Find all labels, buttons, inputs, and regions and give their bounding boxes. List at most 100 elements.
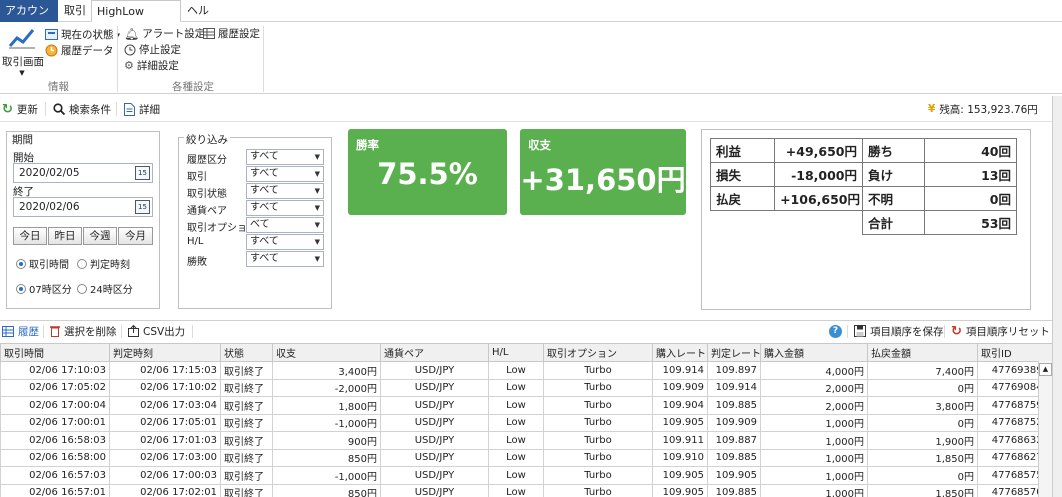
- trade-screen-button[interactable]: 取引画面 ▼: [2, 26, 44, 78]
- calendar-icon[interactable]: 15: [135, 200, 150, 214]
- column-header[interactable]: 購入金額: [760, 343, 868, 362]
- filter-select[interactable]: べて ▼: [246, 217, 324, 233]
- table-row[interactable]: 02/06 17:00:01 02/06 17:05:01 取引終了 -1,000円 U…: [0, 413, 1052, 432]
- column-header[interactable]: 取引オプション: [543, 343, 653, 362]
- radio-24-block[interactable]: 24時区分: [77, 281, 133, 296]
- group-info-label: 情報: [48, 81, 69, 93]
- table-cell: 取引終了: [220, 413, 273, 432]
- menu-bar: アカウント 取引 HighLow Markets ヘルプ: [0, 0, 1062, 40]
- table-cell: 2,000円: [760, 378, 868, 397]
- history-settings-button[interactable]: 履歴設定: [203, 26, 260, 41]
- csv-export-button[interactable]: CSV出力: [128, 321, 185, 341]
- table-cell: -1,000円: [272, 466, 381, 485]
- filter-select[interactable]: すべて ▼: [246, 251, 324, 267]
- delete-selected-button[interactable]: 選択を削除: [50, 321, 117, 341]
- filter-select[interactable]: すべて ▼: [246, 166, 324, 182]
- table-row[interactable]: 02/06 16:58:03 02/06 17:01:03 取引終了 900円 USD/…: [0, 431, 1052, 450]
- divider: [192, 325, 193, 338]
- calendar-icon[interactable]: 15: [135, 166, 150, 180]
- trade-screen-label: 取引画面: [2, 56, 44, 68]
- refresh-button[interactable]: ↻ 更新: [2, 96, 38, 122]
- table-row[interactable]: 02/06 16:57:03 02/06 17:00:03 取引終了 -1,000円 U…: [0, 466, 1052, 485]
- ribbon: 取引画面 ▼ 現在の状態 ▾ 履歴データ 🔔︎ アラート設定 停止設定 ⚙ 詳細設…: [0, 22, 1062, 94]
- tab-help[interactable]: ヘルプ: [182, 0, 222, 39]
- filter-select[interactable]: すべて ▼: [246, 234, 324, 250]
- column-header[interactable]: 購入レート: [652, 343, 708, 362]
- column-header[interactable]: 払戻金額: [867, 343, 978, 362]
- table-row[interactable]: 02/06 17:10:03 02/06 17:15:03 取引終了 3,400円 US…: [0, 361, 1052, 380]
- end-date-field[interactable]: 2020/02/06 15: [13, 197, 153, 217]
- table-row[interactable]: 02/06 17:05:02 02/06 17:10:02 取引終了 -2,000円 U…: [0, 378, 1052, 397]
- history-data-button[interactable]: 履歴データ: [45, 43, 114, 58]
- table-cell: 02/06 16:57:01: [0, 483, 110, 497]
- yesterday-button[interactable]: 昨日: [48, 227, 82, 245]
- table-cell: 1,000円: [760, 413, 868, 432]
- table-cell: 取引終了: [220, 378, 273, 397]
- tab-account[interactable]: アカウント: [0, 0, 58, 39]
- filter-select[interactable]: すべて ▼: [246, 183, 324, 199]
- detail-settings-button[interactable]: ⚙ 詳細設定: [124, 58, 179, 73]
- today-button[interactable]: 今日: [13, 227, 47, 245]
- table-row[interactable]: 02/06 16:57:01 02/06 17:02:01 取引終了 850円 USD/…: [0, 483, 1052, 497]
- grid-scrollbar[interactable]: ▲: [1038, 361, 1052, 497]
- radio-07-block[interactable]: 07時区分: [16, 281, 72, 296]
- table-cell: Low: [488, 431, 544, 450]
- column-header[interactable]: 取引時間: [0, 343, 110, 362]
- table-row[interactable]: 02/06 17:00:04 02/06 17:03:04 取引終了 1,800円 US…: [0, 396, 1052, 415]
- stop-settings-label: 停止設定: [139, 44, 181, 56]
- reset-order-button[interactable]: ↻ 項目順序リセット: [951, 321, 1050, 341]
- column-header[interactable]: H/L: [488, 343, 544, 362]
- alert-settings-button[interactable]: 🔔︎ アラート設定: [124, 26, 205, 41]
- table-cell: 02/06 17:05:02: [0, 378, 110, 397]
- column-header[interactable]: 状態: [220, 343, 273, 362]
- filter-select[interactable]: すべて ▼: [246, 149, 324, 165]
- start-date-field[interactable]: 2020/02/05 15: [13, 163, 153, 183]
- table-cell: Low: [488, 466, 544, 485]
- column-header[interactable]: 取引ID: [977, 343, 1052, 362]
- window-scrollbar[interactable]: [1052, 96, 1062, 497]
- this-month-button[interactable]: 今月: [118, 227, 153, 245]
- tab-trade[interactable]: 取引: [59, 0, 91, 22]
- stop-settings-button[interactable]: 停止設定: [124, 42, 181, 57]
- start-date-value: 2020/02/05: [19, 167, 80, 179]
- filter-label: 取引状態: [187, 189, 227, 200]
- history-table: 取引時間 判定時刻 状態 収支 通貨ペア H/L 取引オプション 購入レート 判定レート 購入金額…: [0, 343, 1052, 497]
- save-order-label: 項目順序を保存: [870, 325, 944, 338]
- tab-highlow-markets[interactable]: HighLow Markets: [91, 0, 181, 40]
- stats-table: 利益 +49,650円 勝ち 40回 損失 -18,000円 負け 13回 払戻…: [710, 138, 1017, 235]
- radio-trade-time[interactable]: 取引時間: [16, 256, 69, 271]
- table-header-row: 取引時間 判定時刻 状態 収支 通貨ペア H/L 取引オプション 購入レート 判定レート 購入金額…: [0, 343, 1052, 362]
- current-status-button[interactable]: 現在の状態 ▾: [45, 27, 120, 42]
- column-header[interactable]: 判定時刻: [109, 343, 221, 362]
- table-cell: 109.905: [652, 413, 708, 432]
- history-tab[interactable]: 履歴: [2, 321, 39, 341]
- radio-judge-time[interactable]: 判定時刻: [77, 256, 130, 271]
- period-panel: 期間 開始 2020/02/05 15 終了 2020/02/06 15 今日 …: [6, 131, 160, 309]
- detail-settings-label: 詳細設定: [136, 60, 179, 72]
- table-row[interactable]: 02/06 16:58:00 02/06 17:03:00 取引終了 850円 USD/…: [0, 448, 1052, 467]
- profit-value: +49,650円: [774, 138, 863, 163]
- column-header[interactable]: 収支: [272, 343, 381, 362]
- history-data-label: 履歴データ: [61, 45, 114, 57]
- alert-settings-label: アラート設定: [142, 28, 206, 40]
- table-cell: 1,000円: [760, 448, 868, 467]
- this-week-button[interactable]: 今週: [83, 227, 117, 245]
- filter-select[interactable]: すべて ▼: [246, 200, 324, 216]
- table-cell: 7,400円: [867, 361, 978, 380]
- delete-selected-label: 選択を削除: [64, 325, 117, 338]
- filter-title: 絞り込み: [184, 132, 230, 147]
- table-cell: 0円: [867, 378, 978, 397]
- table-cell: Low: [488, 396, 544, 415]
- save-order-button[interactable]: 項目順序を保存: [854, 321, 944, 341]
- column-header[interactable]: 判定レート: [707, 343, 761, 362]
- search-conditions-button[interactable]: 検索条件: [53, 96, 111, 122]
- help-button[interactable]: ?: [829, 321, 842, 341]
- table-cell: 02/06 17:01:03: [109, 431, 221, 450]
- column-header[interactable]: 通貨ペア: [380, 343, 489, 362]
- scroll-up-arrow[interactable]: ▲: [1039, 363, 1052, 376]
- radio-dot: [77, 283, 87, 294]
- details-button[interactable]: 詳細: [124, 96, 160, 122]
- table-cell: 109.914: [652, 361, 708, 380]
- table-cell: 1,850円: [867, 448, 978, 467]
- win-rate-value: 75.5%: [377, 157, 478, 191]
